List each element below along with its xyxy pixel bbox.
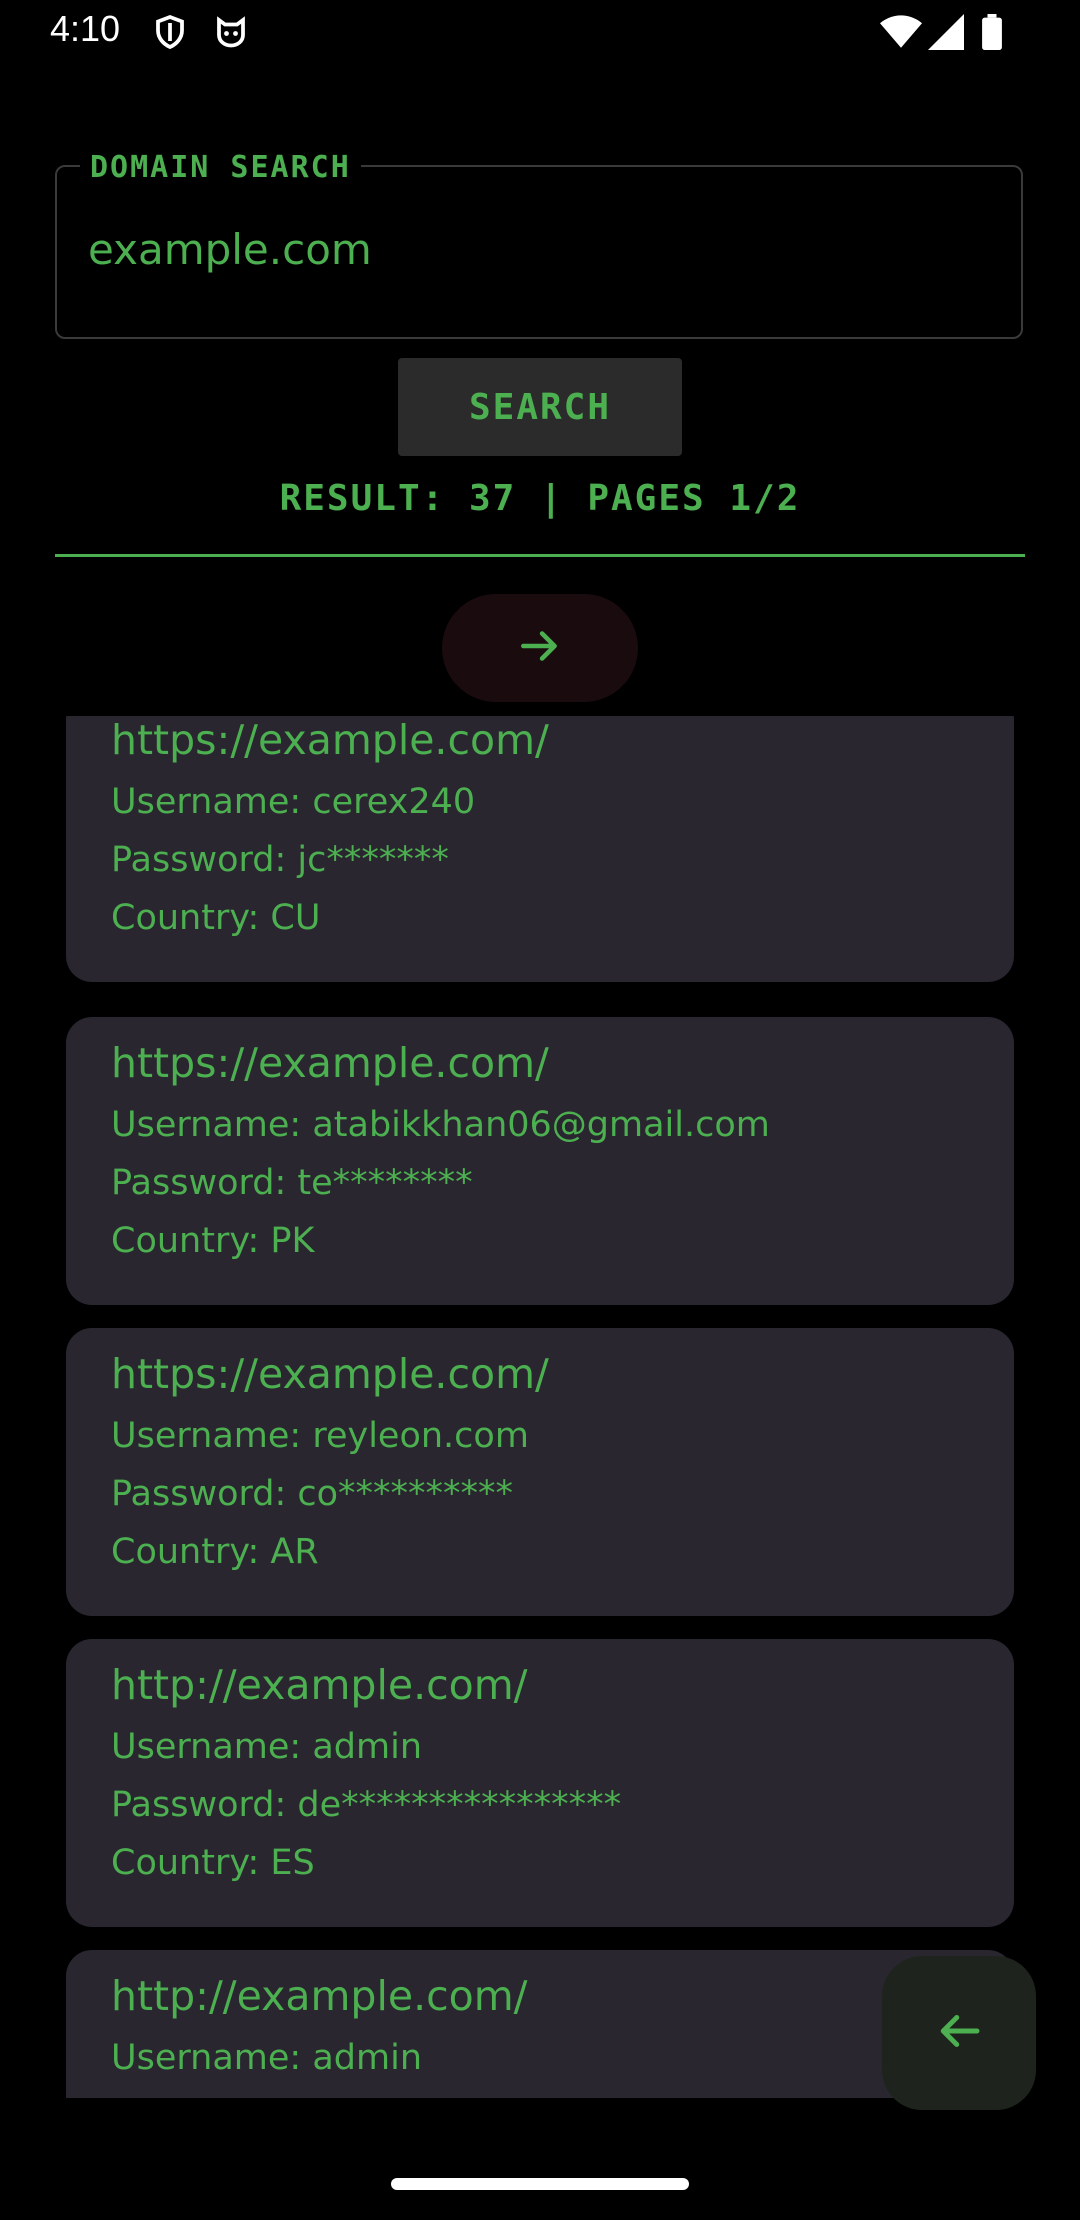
result-country: Country: AR bbox=[111, 1532, 319, 1572]
next-page-button[interactable] bbox=[442, 594, 638, 702]
result-username: Username: reyleon.com bbox=[111, 1416, 529, 1456]
result-username: Username: admin bbox=[111, 1727, 423, 1767]
result-card[interactable]: http://example.com/ Username: admin Pass… bbox=[66, 1639, 1014, 1927]
result-password: Password: te******** bbox=[111, 1163, 473, 1203]
result-password: Password: de**************** bbox=[111, 1785, 622, 1825]
result-country: Country: ES bbox=[111, 1843, 315, 1883]
domain-search-input[interactable]: example.com bbox=[88, 225, 372, 274]
arrow-right-icon bbox=[515, 621, 565, 675]
shield-icon bbox=[152, 14, 188, 54]
wifi-icon bbox=[880, 14, 922, 54]
result-username: Username: cerex240 bbox=[111, 782, 476, 822]
result-country: Country: CU bbox=[111, 898, 321, 938]
results-list[interactable]: https://example.com/ Username: cerex240 … bbox=[66, 716, 1014, 2098]
back-button[interactable] bbox=[882, 1956, 1036, 2110]
cat-face-icon bbox=[212, 14, 250, 54]
search-button[interactable]: SEARCH bbox=[398, 358, 682, 456]
result-card[interactable]: https://example.com/ Username: cerex240 … bbox=[66, 716, 1014, 982]
result-url: https://example.com/ bbox=[111, 1039, 549, 1087]
result-card[interactable]: https://example.com/ Username: atabikkha… bbox=[66, 1017, 1014, 1305]
status-bar: 4:10 bbox=[0, 0, 1080, 64]
result-password: Password: jc******* bbox=[111, 840, 449, 880]
status-time: 4:10 bbox=[50, 8, 121, 49]
result-url: https://example.com/ bbox=[111, 1350, 549, 1398]
result-url: http://example.com/ bbox=[111, 1972, 528, 2020]
arrow-left-icon bbox=[932, 2004, 986, 2062]
result-username: Username: admin bbox=[111, 2038, 423, 2078]
result-country: Country: PK bbox=[111, 1221, 315, 1261]
result-url: https://example.com/ bbox=[111, 716, 549, 764]
result-url: http://example.com/ bbox=[111, 1661, 528, 1709]
result-card[interactable]: http://example.com/ Username: admin bbox=[66, 1950, 1014, 2098]
result-password: Password: co********** bbox=[111, 1474, 514, 1514]
result-card[interactable]: https://example.com/ Username: reyleon.c… bbox=[66, 1328, 1014, 1616]
divider bbox=[55, 554, 1025, 557]
home-indicator[interactable] bbox=[391, 2178, 689, 2190]
result-username: Username: atabikkhan06@gmail.com bbox=[111, 1105, 770, 1145]
signal-icon bbox=[928, 14, 964, 54]
battery-icon bbox=[980, 14, 1004, 54]
result-summary: RESULT: 37 | PAGES 1/2 bbox=[279, 478, 801, 519]
domain-search-label: DOMAIN SEARCH bbox=[80, 150, 361, 185]
